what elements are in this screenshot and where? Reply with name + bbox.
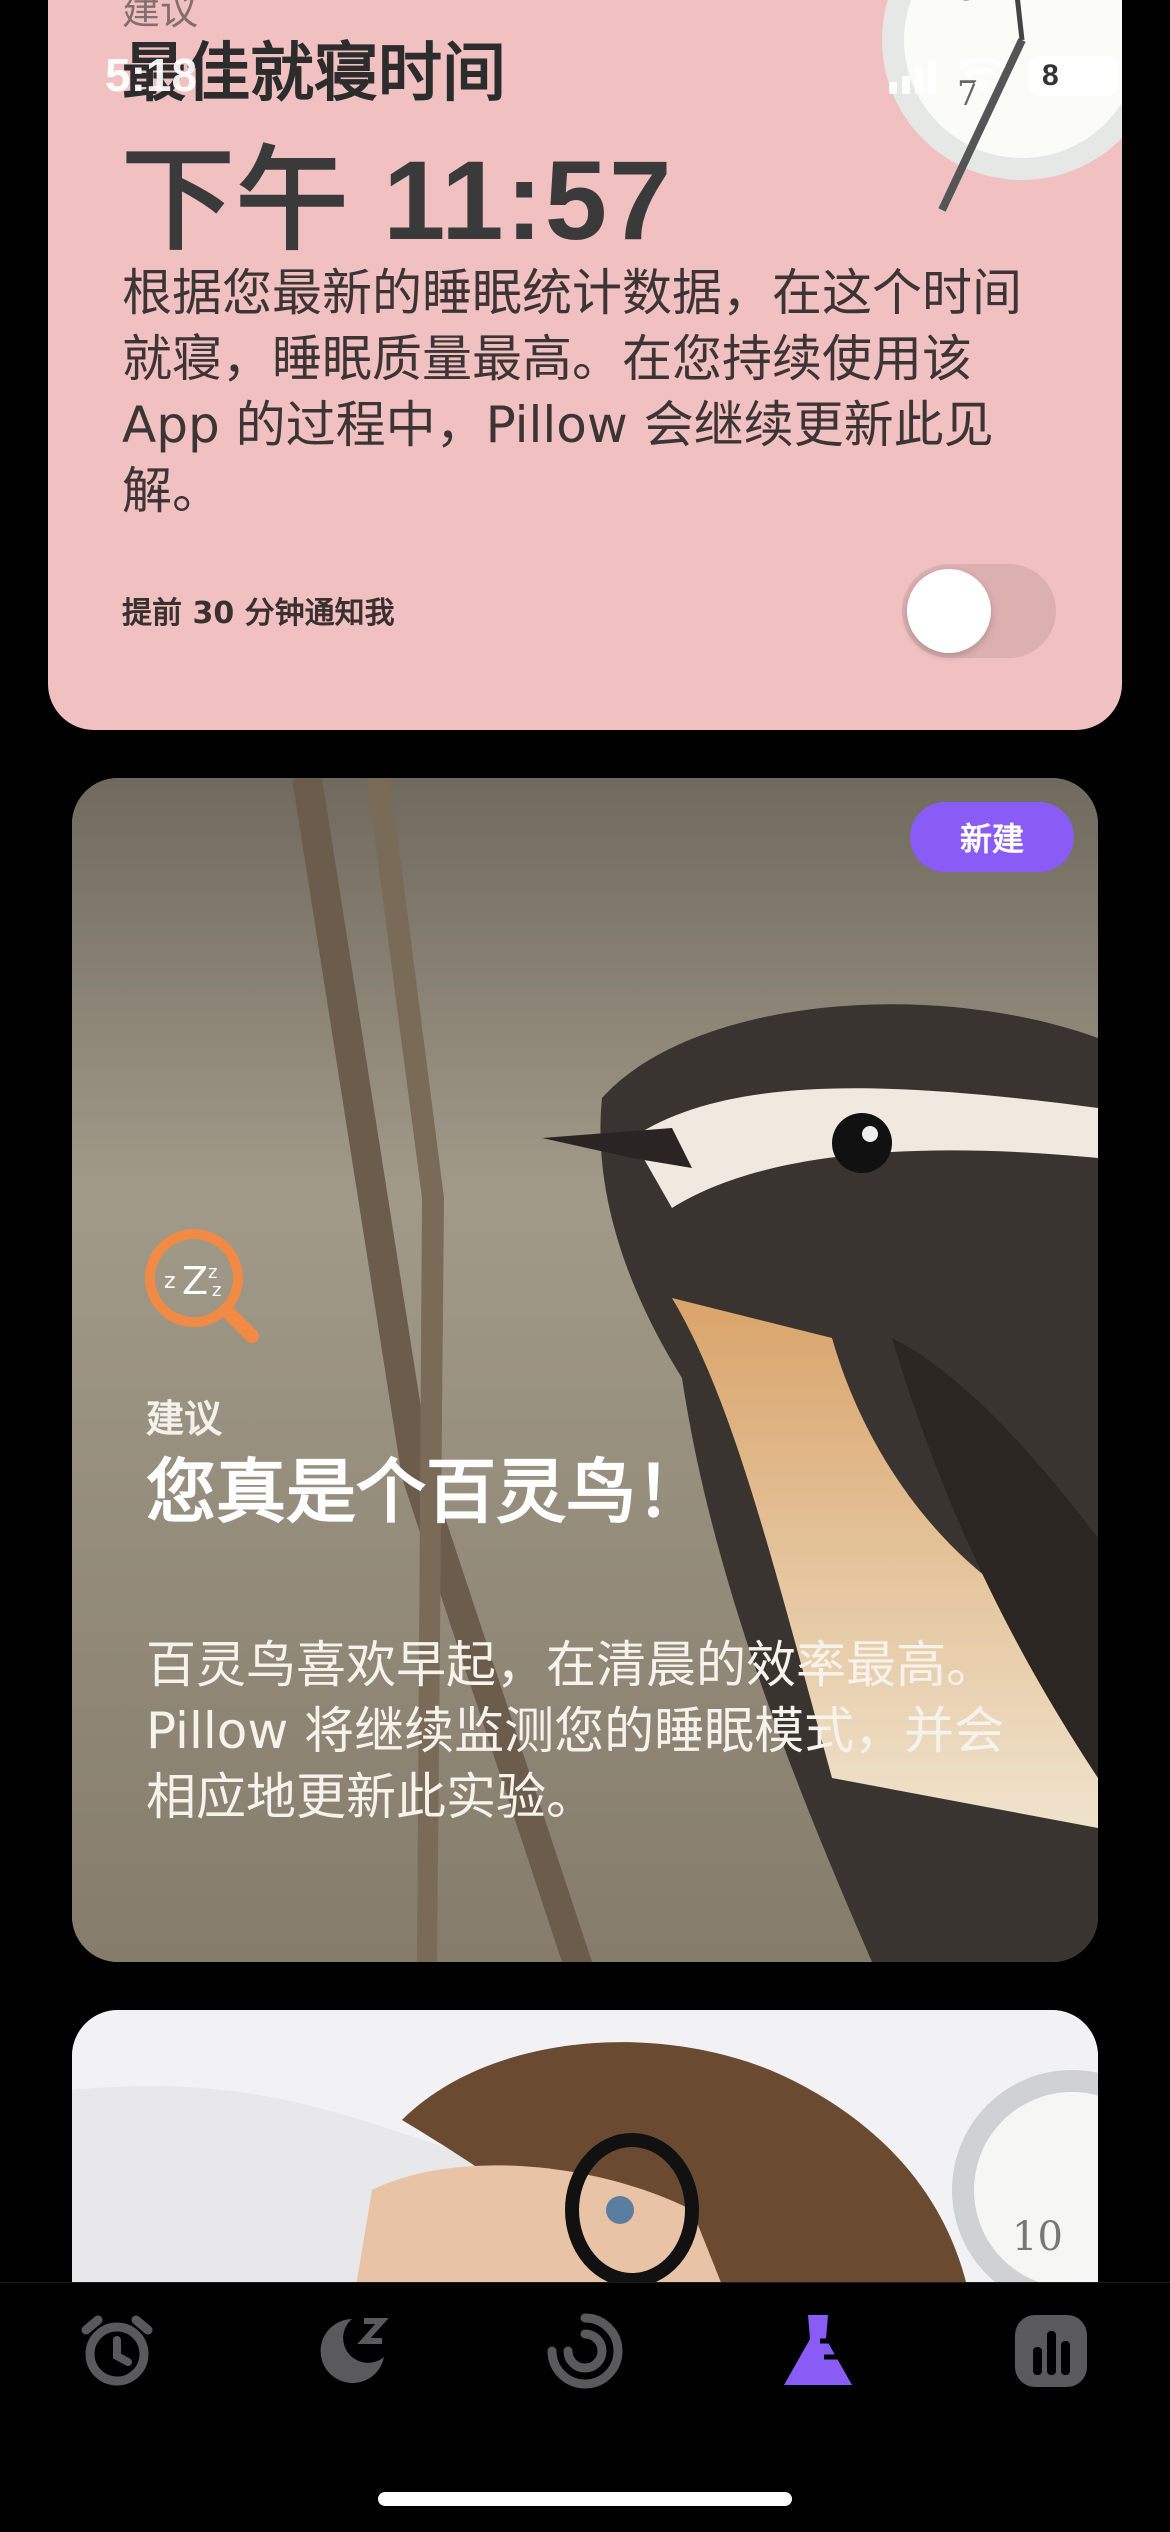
lark-description: 百灵鸟喜欢早起，在清晨的效率最高。Pillow 将继续监测您的睡眠模式，并会相应…: [146, 1636, 1005, 1826]
tab-progress[interactable]: [543, 2309, 627, 2393]
lark-eyebrow: 建议: [146, 1397, 223, 1441]
alarm-clock-icon: [81, 2315, 153, 2386]
moon-sleep-icon: [320, 2318, 389, 2383]
man-photo: 10: [72, 2010, 1098, 2310]
flask-icon: [784, 2315, 852, 2385]
battery-level: 8: [1042, 59, 1059, 92]
wifi-icon: [958, 58, 1006, 92]
svg-text:z: z: [164, 1269, 176, 1294]
sleep-search-icon: z Z z z: [145, 1229, 259, 1343]
lark-card[interactable]: 新建 z Z z z 建议 您真是个百灵鸟！ 百灵鸟喜欢早起，在清晨的效率最高。…: [72, 778, 1098, 1962]
tab-sleep[interactable]: [310, 2309, 394, 2393]
next-card[interactable]: 10: [72, 2010, 1098, 2310]
tab-insights[interactable]: [776, 2309, 860, 2393]
notify-label: 提前 30 分钟通知我: [122, 596, 395, 631]
bedtime-description: 根据您最新的睡眠统计数据，在这个时间就寝，睡眠质量最高。在您持续使用该 App …: [122, 264, 1022, 520]
svg-text:z: z: [212, 1280, 221, 1301]
progress-ring-icon: [547, 2313, 623, 2389]
battery-icon: 8: [1028, 56, 1118, 96]
status-bar: 5:18 8: [0, 0, 1170, 150]
status-icons: 8: [889, 56, 1118, 96]
stats-icon: [1015, 2315, 1087, 2387]
home-indicator[interactable]: [378, 2492, 792, 2506]
tab-statistics[interactable]: [1009, 2309, 1093, 2393]
tab-alarm[interactable]: [75, 2309, 159, 2393]
status-time: 5:18: [105, 49, 198, 101]
signal-icon: [889, 58, 936, 94]
toggle-knob: [907, 569, 991, 653]
lark-title: 您真是个百灵鸟！: [146, 1451, 706, 1533]
notify-toggle[interactable]: [902, 564, 1056, 658]
svg-text:Z: Z: [182, 1259, 208, 1303]
new-badge: 新建: [910, 802, 1074, 872]
svg-text:10: 10: [1012, 2214, 1063, 2260]
